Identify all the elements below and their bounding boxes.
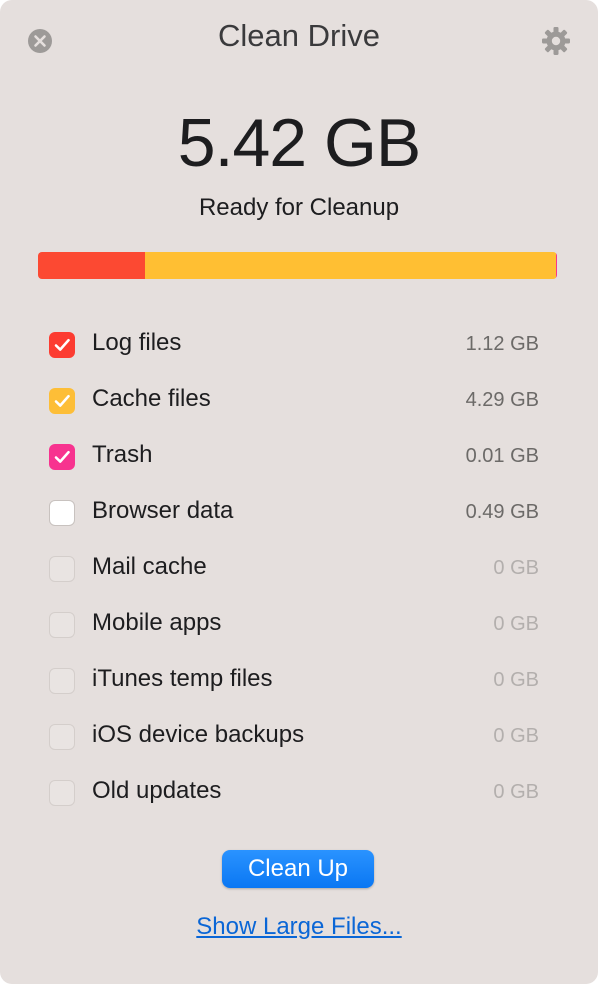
gear-icon[interactable] (540, 25, 572, 57)
category-label: Cache files (92, 385, 211, 412)
category-row[interactable]: Trash 0.01 GB (0, 428, 598, 484)
checkmark-icon (54, 450, 70, 463)
category-row[interactable]: Cache files 4.29 GB (0, 372, 598, 428)
cleanup-status: Ready for Cleanup (198, 194, 400, 221)
category-label: Trash (92, 441, 153, 468)
category-label: Log files (92, 329, 182, 356)
category-size: 0.49 GB (465, 501, 539, 523)
category-label: Browser data (92, 497, 234, 524)
usage-bar-segment (145, 252, 556, 279)
category-size: 0 GB (493, 669, 539, 691)
category-label: iOS device backups (92, 721, 305, 748)
clean-drive-window: Clean Drive 5.42 GB Ready for Cleanup Lo… (0, 0, 598, 984)
checkmark-icon (54, 394, 70, 407)
category-size: 0 GB (493, 781, 539, 803)
category-label: iTunes temp files (92, 665, 273, 692)
category-list: Log files 1.12 GB Cache files 4.29 GB Trash 0… (0, 316, 598, 820)
category-size: 0 GB (493, 613, 539, 635)
cleanup-size: 5.42 GB (177, 105, 422, 181)
category-size: 4.29 GB (465, 389, 539, 411)
category-row: iTunes temp files 0 GB (0, 652, 598, 708)
category-checkbox[interactable] (49, 388, 75, 414)
category-size: 0.01 GB (465, 445, 539, 467)
category-checkbox (49, 556, 75, 582)
category-label: Mail cache (92, 553, 207, 580)
category-checkbox (49, 780, 75, 806)
category-checkbox[interactable] (49, 444, 75, 470)
category-row[interactable]: Browser data 0.49 GB (0, 484, 598, 540)
category-label: Mobile apps (92, 609, 222, 636)
category-checkbox (49, 612, 75, 638)
clean-up-button[interactable]: Clean Up (222, 850, 374, 888)
checkmark-icon (54, 338, 70, 351)
usage-bar-segment (38, 252, 145, 279)
category-size: 0 GB (493, 725, 539, 747)
category-checkbox (49, 668, 75, 694)
category-row[interactable]: Log files 1.12 GB (0, 316, 598, 372)
usage-bar (38, 252, 557, 279)
usage-bar-segment (556, 252, 557, 279)
category-size: 1.12 GB (465, 333, 539, 355)
category-checkbox[interactable] (49, 500, 75, 526)
show-large-files-link[interactable]: Show Large Files... (0, 913, 598, 941)
category-row: Mail cache 0 GB (0, 540, 598, 596)
window-title: Clean Drive (218, 18, 380, 53)
category-row: iOS device backups 0 GB (0, 708, 598, 764)
category-checkbox (49, 724, 75, 750)
category-checkbox[interactable] (49, 332, 75, 358)
category-label: Old updates (92, 777, 222, 804)
category-row: Old updates 0 GB (0, 764, 598, 820)
category-row: Mobile apps 0 GB (0, 596, 598, 652)
category-size: 0 GB (493, 557, 539, 579)
